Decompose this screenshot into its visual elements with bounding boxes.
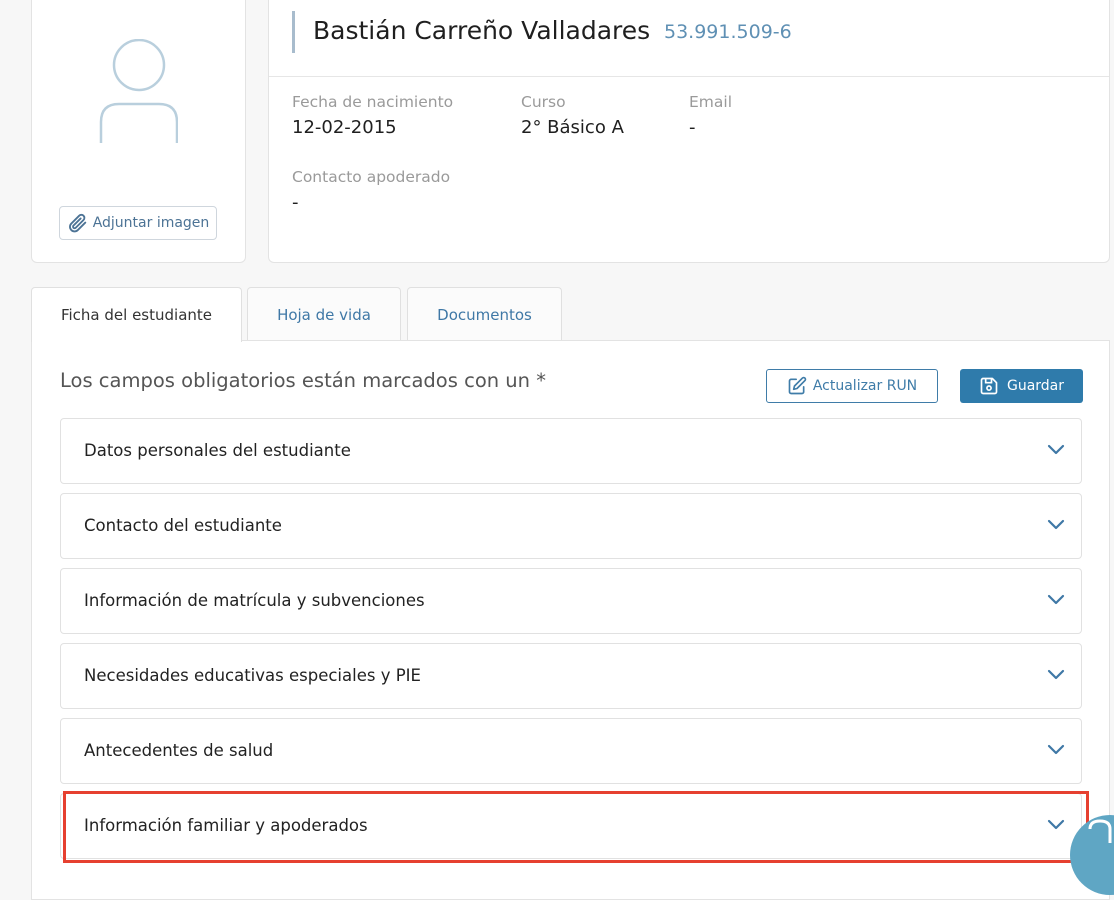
accordion-student-contact[interactable]: Contacto del estudiante	[60, 493, 1082, 559]
student-run: 53.991.509-6	[664, 21, 792, 43]
attach-image-label: Adjuntar imagen	[92, 215, 210, 231]
required-fields-note: Los campos obligatorios están marcados c…	[60, 369, 546, 392]
email-label: Email	[689, 93, 733, 111]
guardian-contact-label: Contacto apoderado	[292, 168, 451, 186]
course-value: 2° Básico A	[521, 117, 624, 138]
accordion-label: Datos personales del estudiante	[84, 441, 351, 460]
tab-documents[interactable]: Documentos	[407, 287, 562, 341]
accordion-health-history[interactable]: Antecedentes de salud	[60, 718, 1082, 784]
chevron-down-icon	[1047, 519, 1065, 530]
tab-student-record[interactable]: Ficha del estudiante	[31, 287, 242, 342]
accordion-enrollment-info[interactable]: Información de matrícula y subvenciones	[60, 568, 1082, 634]
save-button[interactable]: Guardar	[960, 369, 1083, 403]
edit-icon	[788, 376, 807, 395]
accordion-label: Necesidades educativas especiales y PIE	[84, 666, 421, 685]
avatar-card: Adjuntar imagen	[31, 0, 246, 263]
birth-date-label: Fecha de nacimiento	[292, 93, 454, 111]
chevron-down-icon	[1047, 594, 1065, 605]
avatar-placeholder-icon	[99, 39, 178, 143]
chat-icon	[1088, 819, 1112, 843]
accordion-personal-data[interactable]: Datos personales del estudiante	[60, 418, 1082, 484]
save-icon	[980, 377, 998, 395]
chevron-down-icon	[1047, 669, 1065, 680]
paperclip-icon	[68, 213, 86, 233]
student-record-panel: Los campos obligatorios están marcados c…	[31, 340, 1110, 900]
profile-card: Bastián Carreño Valladares 53.991.509-6 …	[268, 0, 1110, 263]
attach-image-button[interactable]: Adjuntar imagen	[59, 206, 217, 240]
chevron-down-icon	[1047, 819, 1065, 830]
accordion-label: Contacto del estudiante	[84, 516, 282, 535]
chevron-down-icon	[1047, 744, 1065, 755]
save-label: Guardar	[1006, 378, 1065, 394]
update-run-label: Actualizar RUN	[812, 378, 918, 394]
tab-life-record[interactable]: Hoja de vida	[247, 287, 401, 341]
guardian-contact-value: -	[292, 192, 299, 213]
accordion-label: Antecedentes de salud	[84, 741, 274, 760]
accordion-special-needs[interactable]: Necesidades educativas especiales y PIE	[60, 643, 1082, 709]
accordion-label: Información familiar y apoderados	[84, 816, 368, 835]
profile-divider	[269, 76, 1109, 77]
name-accent-bar	[292, 11, 295, 53]
chevron-down-icon	[1047, 444, 1065, 455]
course-label: Curso	[521, 93, 566, 111]
student-name: Bastián Carreño Valladares	[313, 16, 651, 45]
accordion-family-guardians[interactable]: Información familiar y apoderados	[60, 793, 1082, 859]
birth-date-value: 12-02-2015	[292, 117, 397, 138]
update-run-button[interactable]: Actualizar RUN	[766, 369, 938, 403]
accordion-label: Información de matrícula y subvenciones	[84, 591, 425, 610]
email-value: -	[689, 117, 696, 138]
